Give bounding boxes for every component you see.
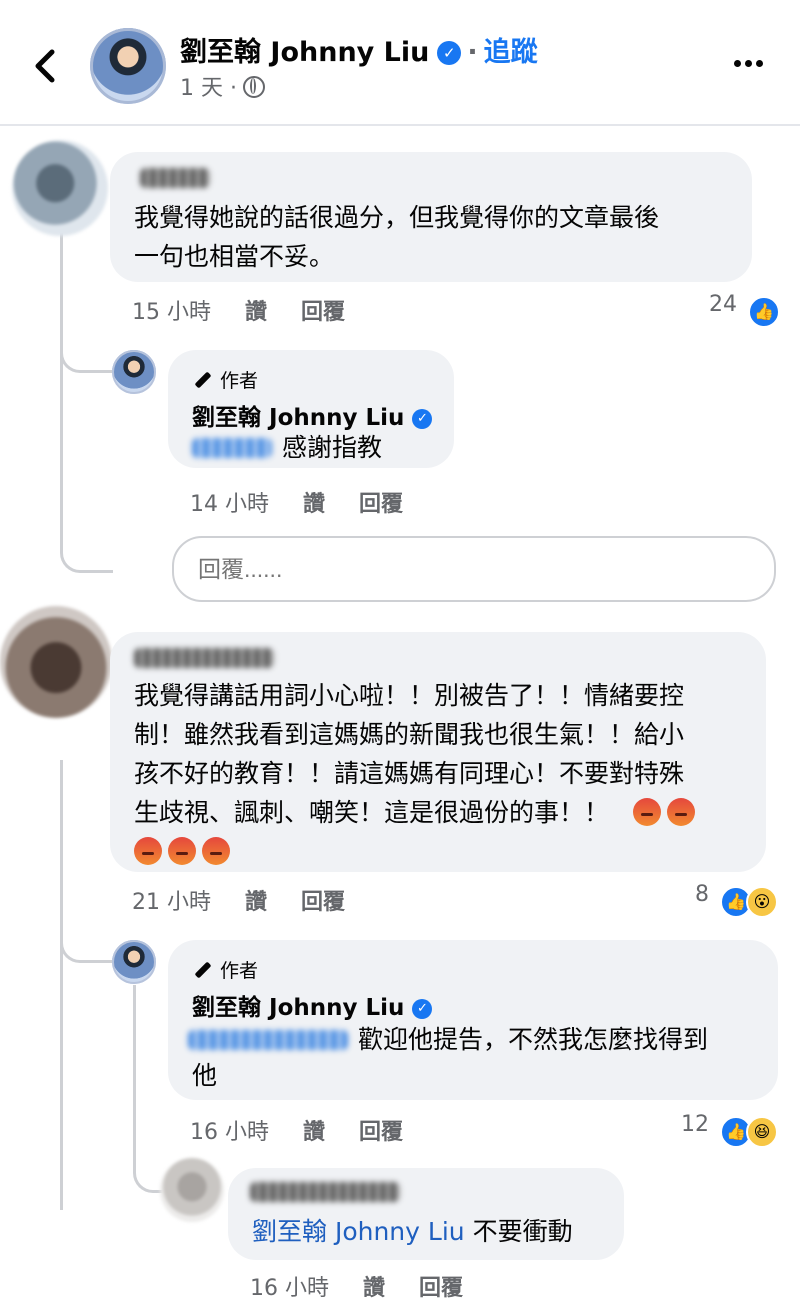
verified-badge-icon: ✓ (412, 999, 433, 1019)
comment-text-segment: 不要衝動 (472, 1217, 573, 1246)
commenter-name-blurred[interactable] (250, 1182, 400, 1202)
follow-button[interactable]: 追蹤 (484, 37, 538, 68)
reply-button[interactable]: 回覆 (301, 300, 345, 325)
reaction-summary[interactable]: 8 👍 😮 (660, 882, 778, 918)
commenter-name-blurred[interactable] (134, 648, 274, 668)
comment-text-segment: 生歧視、諷刺、嘲笑！這是很過份的事！！ (134, 798, 610, 827)
comment-meta: 15 小時 讚 回覆 (132, 294, 345, 326)
comment-text: 我覺得講話用詞小心啦！！別被告了！！情緒要控 制！雖然我看到這媽媽的新聞我也很生… (134, 676, 701, 871)
author-name[interactable]: 劉至翰 Johnny Liu ✓ (192, 988, 433, 1022)
comment-time[interactable]: 15 小時 (132, 300, 211, 325)
angry-emoji-icon (202, 837, 230, 865)
globe-icon (242, 76, 265, 98)
author-reply-bubble: 作者 劉至翰 Johnny Liu ✓ 感謝指教 (168, 350, 454, 468)
comment-bubble: 我覺得她說的話很過分，但我覺得你的文章最後 一句也相當不妥。 (110, 152, 752, 282)
back-arrow-icon[interactable] (28, 44, 62, 88)
comment-text-line: 孩不好的教育！！請這媽媽有同理心！不要對特殊 (134, 759, 685, 788)
author-tag-label: 作者 (220, 960, 259, 982)
comment-meta: 16 小時 讚 回覆 (250, 1270, 463, 1302)
comment-text-line: 生歧視、諷刺、嘲笑！這是很過份的事！！ (134, 793, 701, 832)
author-tag-label: 作者 (220, 370, 259, 392)
angry-emoji-icon (134, 837, 162, 865)
mention-blurred[interactable] (188, 1030, 348, 1050)
comment-time[interactable]: 16 小時 (250, 1276, 329, 1301)
comment-text: 我覺得她說的話很過分，但我覺得你的文章最後 一句也相當不妥。 (134, 198, 659, 276)
comment-text: 劉至翰 Johnny Liu 不要衝動 (252, 1212, 573, 1251)
comment-text-line: 制！雖然我看到這媽媽的新聞我也很生氣！！給小 (134, 720, 685, 749)
post-time: 1 天 · (180, 70, 265, 102)
angry-emoji-icon (666, 798, 695, 826)
comment-text-line: 我覺得她說的話很過分，但我覺得你的文章最後 (134, 203, 660, 232)
thread-connector (60, 910, 113, 963)
reply-button[interactable]: 回覆 (301, 890, 345, 915)
like-button[interactable]: 讚 (245, 300, 267, 325)
page-title: 劉至翰 Johnny Liu ✓ · 追蹤 (180, 30, 538, 69)
pen-icon (194, 961, 212, 979)
page-name[interactable]: 劉至翰 Johnny Liu (180, 37, 429, 68)
mention-blurred[interactable] (192, 438, 272, 458)
author-tag: 作者 (194, 366, 258, 393)
reaction-summary[interactable]: 24 👍 (680, 292, 780, 328)
reaction-count: 8 (695, 882, 709, 907)
like-reaction-icon: 👍 (748, 296, 780, 328)
comment-meta: 21 小時 讚 回覆 (132, 884, 345, 916)
angry-emoji-icon (168, 837, 196, 865)
wow-reaction-icon: 😮 (746, 886, 778, 918)
page-avatar[interactable] (90, 28, 166, 104)
author-avatar[interactable] (112, 940, 156, 984)
author-reply-bubble: 作者 劉至翰 Johnny Liu ✓ 歡迎他提告，不然我怎麼找得到 他 (168, 940, 778, 1100)
author-avatar[interactable] (112, 350, 156, 394)
comment-meta: 16 小時 讚 回覆 (190, 1114, 403, 1146)
commenter-avatar[interactable] (0, 606, 112, 718)
comment-time[interactable]: 14 小時 (190, 492, 269, 517)
author-name-label: 劉至翰 Johnny Liu (192, 995, 405, 1021)
more-options-icon[interactable] (734, 52, 774, 76)
reaction-summary[interactable]: 12 👍 😆 (660, 1112, 778, 1148)
comment-text-line: 我覺得講話用詞小心啦！！別被告了！！情緒要控 (134, 681, 685, 710)
angry-emoji-icon (632, 798, 661, 826)
thread-line (133, 985, 136, 1165)
like-button[interactable]: 讚 (245, 890, 267, 915)
reply-button[interactable]: 回覆 (359, 1120, 403, 1145)
comment-time[interactable]: 21 小時 (132, 890, 211, 915)
thread-line (60, 760, 63, 1210)
like-button[interactable]: 讚 (303, 492, 325, 517)
thread-connector (60, 320, 113, 373)
comment-meta: 14 小時 讚 回覆 (190, 486, 403, 518)
verified-badge-icon: ✓ (437, 41, 462, 65)
separator-dot: · (467, 37, 478, 68)
commenter-avatar[interactable] (160, 1158, 224, 1222)
post-header: 劉至翰 Johnny Liu ✓ · 追蹤 1 天 · (0, 0, 800, 126)
haha-reaction-icon: 😆 (746, 1116, 778, 1148)
reply-button[interactable]: 回覆 (419, 1276, 463, 1301)
commenter-name-blurred[interactable] (140, 168, 210, 188)
comment-bubble: 我覺得講話用詞小心啦！！別被告了！！情緒要控 制！雖然我看到這媽媽的新聞我也很生… (110, 632, 766, 872)
comment-text-line: 一句也相當不妥。 (134, 242, 335, 271)
author-tag: 作者 (194, 956, 258, 983)
mention-link[interactable]: 劉至翰 Johnny Liu (252, 1217, 465, 1246)
comment-text-line (134, 832, 701, 871)
comment-time[interactable]: 16 小時 (190, 1120, 269, 1145)
thread-connector (60, 520, 113, 573)
like-button[interactable]: 讚 (303, 1120, 325, 1145)
thread-line (60, 214, 63, 522)
like-button[interactable]: 讚 (363, 1276, 385, 1301)
comment-text-line: 歡迎他提告，不然我怎麼找得到 (358, 1025, 709, 1054)
reaction-count: 12 (681, 1112, 709, 1137)
commenter-avatar[interactable] (12, 140, 108, 236)
pen-icon (194, 371, 212, 389)
author-name[interactable]: 劉至翰 Johnny Liu ✓ (192, 398, 433, 432)
reply-button[interactable]: 回覆 (359, 492, 403, 517)
verified-badge-icon: ✓ (412, 409, 433, 429)
reaction-count: 24 (709, 292, 737, 317)
comment-text: 感謝指教 (282, 433, 383, 462)
angry-emoji-group (632, 798, 701, 827)
reply-input[interactable] (172, 536, 776, 602)
comment-text-line: 他 (192, 1061, 218, 1090)
comment-bubble: 劉至翰 Johnny Liu 不要衝動 (228, 1168, 624, 1260)
post-time-label[interactable]: 1 天 · (180, 76, 237, 101)
